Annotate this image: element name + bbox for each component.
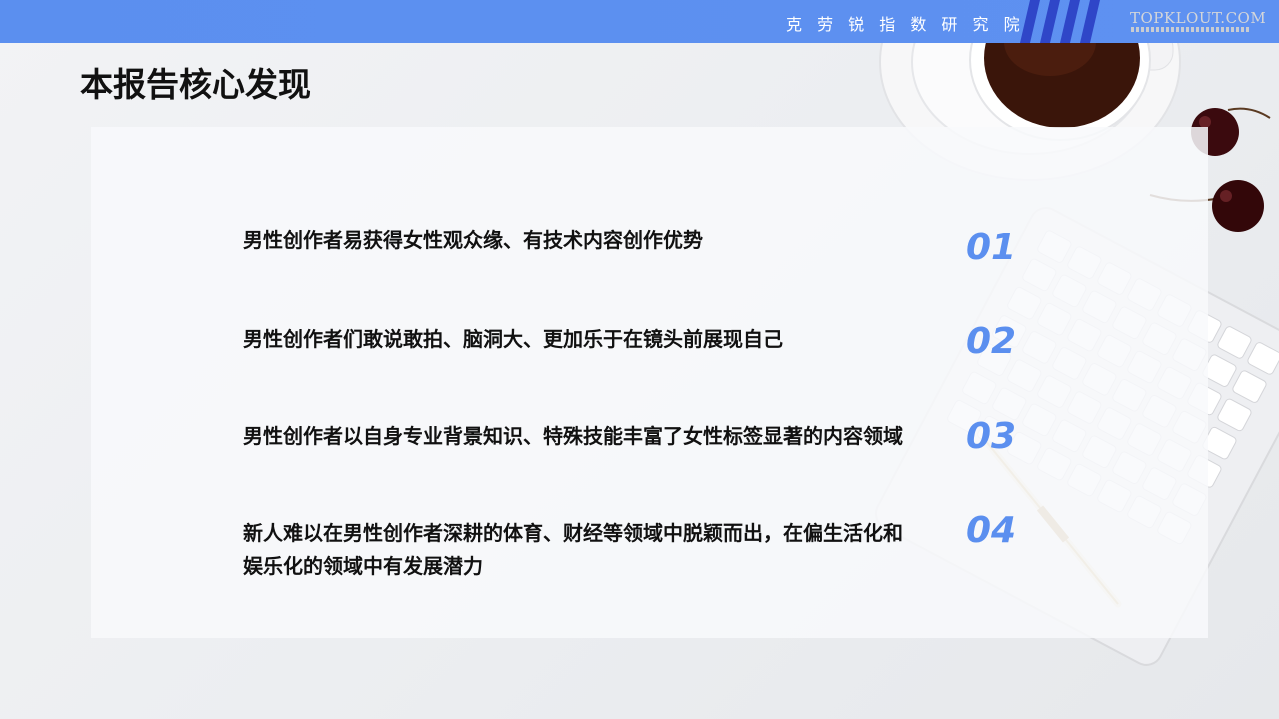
- finding-number: 04: [966, 510, 1017, 551]
- institute-name: 克 劳 锐 指 数 研 究 院: [786, 15, 1025, 34]
- finding-number: 01: [966, 227, 1017, 268]
- finding-text: 新人难以在男性创作者深耕的体育、财经等领域中脱颖而出，在偏生活化和娱乐化的领域中…: [243, 521, 903, 578]
- finding-number: 02: [966, 321, 1017, 362]
- brand-tagline: [1131, 27, 1249, 32]
- finding-number: 03: [966, 416, 1017, 457]
- header-bar: 克 劳 锐 指 数 研 究 院: [0, 0, 1279, 43]
- finding-text: 男性创作者易获得女性观众缘、有技术内容创作优势: [243, 228, 703, 252]
- brand-logo: TOPKLOUT.COM: [1130, 9, 1267, 27]
- page-title: 本报告核心发现: [80, 65, 311, 104]
- finding-text: 男性创作者以自身专业背景知识、特殊技能丰富了女性标签显著的内容领域: [243, 424, 903, 448]
- stripes-icon: [1020, 0, 1100, 43]
- finding-text: 男性创作者们敢说敢拍、脑洞大、更加乐于在镜头前展现自己: [243, 327, 783, 351]
